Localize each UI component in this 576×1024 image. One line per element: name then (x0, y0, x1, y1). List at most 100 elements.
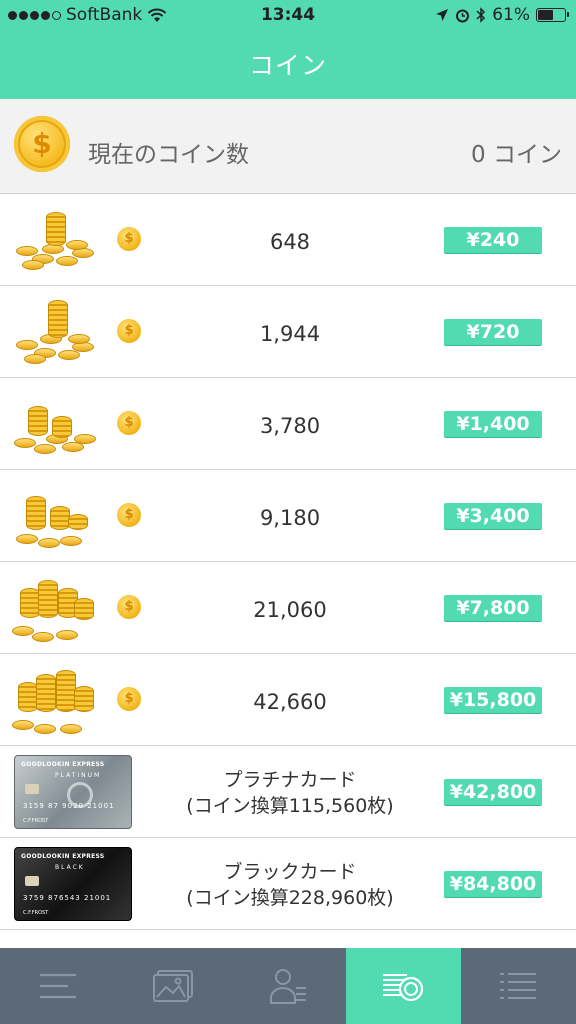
price-button[interactable]: ¥7,800 (444, 595, 542, 621)
status-right: 61% (435, 5, 569, 25)
coin-icon: $ (117, 227, 141, 251)
coin-pile-image (12, 480, 92, 550)
coin-stack-shape (50, 506, 70, 530)
coin-shape (34, 724, 56, 734)
coin-amount: 42,660 (253, 690, 327, 714)
coin-stack-shape (18, 682, 38, 712)
coin-pile-image (12, 296, 94, 366)
page-title: コイン (248, 51, 327, 80)
card-description: プラチナカード (コイン換算115,560枚) (150, 767, 430, 819)
card-holder: C.F.FROST (23, 910, 49, 916)
coin-pile-image (12, 572, 94, 642)
coin-stack-shape (74, 598, 94, 620)
coin-shape (24, 354, 46, 364)
status-bar: SoftBank 13:44 61% (0, 0, 576, 32)
coin-shape (68, 334, 90, 344)
coin-package-row[interactable]: $ 42,660 ¥15,800 (0, 654, 576, 746)
coin-stack-shape (36, 674, 56, 712)
coin-stack-shape (56, 670, 76, 712)
coin-shape (16, 534, 38, 544)
profile-icon (270, 969, 306, 1004)
coin-stack-shape (38, 580, 58, 618)
coin-package-row[interactable]: $ 648 ¥240 (0, 194, 576, 286)
tab-photos[interactable] (115, 948, 230, 1024)
coin-icon: $ (14, 116, 70, 172)
coin-amount: 3,780 (259, 414, 321, 438)
coin-shape (34, 444, 56, 454)
coin-shape (32, 632, 54, 642)
card-title: ブラックカード (223, 861, 357, 883)
card-brand: GOODLOOKIN EXPRESS (21, 761, 105, 768)
coin-stack-shape (26, 496, 46, 530)
nav-header: SoftBank 13:44 61% コイン (0, 0, 576, 99)
card-chip-icon (25, 784, 39, 794)
coin-amount: 648 (269, 230, 311, 254)
price-button[interactable]: ¥42,800 (444, 779, 542, 805)
price-button[interactable]: ¥720 (444, 319, 542, 345)
coin-stack-shape (20, 588, 40, 618)
coin-balance-value: 0 コイン (471, 142, 562, 168)
price-button[interactable]: ¥15,800 (444, 687, 542, 713)
battery-percent: 61% (492, 5, 530, 25)
coin-package-list: $ 648 ¥240 $ 1,944 ¥720 $ 3,780 ¥1,400 $… (0, 194, 576, 930)
coin-shape (56, 630, 78, 640)
photos-icon (152, 970, 193, 1002)
coin-icon: $ (117, 503, 141, 527)
coin-amount: 9,180 (259, 506, 321, 530)
tab-coins[interactable] (345, 948, 461, 1024)
coin-stack-shape (28, 406, 48, 436)
black-card-image: GOODLOOKIN EXPRESS BLACK 3759 876543 210… (14, 847, 132, 921)
card-package-row[interactable]: GOODLOOKIN EXPRESS BLACK 3759 876543 210… (0, 838, 576, 930)
card-brand: GOODLOOKIN EXPRESS (21, 853, 105, 860)
coin-icon: $ (117, 411, 141, 435)
coin-icon: $ (117, 595, 141, 619)
coin-package-row[interactable]: $ 9,180 ¥3,400 (0, 470, 576, 562)
price-button[interactable]: ¥84,800 (444, 871, 542, 897)
coin-pile-image (12, 204, 94, 274)
tab-profile[interactable] (230, 948, 345, 1024)
platinum-card-image: GOODLOOKIN EXPRESS PLATINUM 3159 87 9020… (14, 755, 132, 829)
card-number: 3759 876543 21001 (23, 894, 112, 902)
location-arrow-icon (436, 9, 449, 21)
coin-shape (66, 240, 88, 250)
tab-menu[interactable] (0, 948, 115, 1024)
coin-package-row[interactable]: $ 21,060 ¥7,800 (0, 562, 576, 654)
coin-shape (56, 256, 78, 266)
coin-shape (58, 350, 80, 360)
coin-balance-panel: $ 現在のコイン数 0 コイン (0, 99, 576, 194)
coin-amount: 1,944 (259, 322, 321, 346)
coin-shape (14, 438, 36, 448)
price-button[interactable]: ¥240 (444, 227, 542, 253)
coin-package-row[interactable]: $ 1,944 ¥720 (0, 286, 576, 378)
coin-package-row[interactable]: $ 3,780 ¥1,400 (0, 378, 576, 470)
coin-balance-label: 現在のコイン数 (88, 142, 249, 168)
card-chip-icon (25, 876, 39, 886)
alarm-icon (456, 9, 470, 22)
price-button[interactable]: ¥3,400 (444, 503, 542, 529)
coin-shape (38, 538, 60, 548)
coin-pile-image (12, 388, 96, 458)
coin-shape (12, 626, 34, 636)
card-package-row[interactable]: GOODLOOKIN EXPRESS PLATINUM 3159 87 9020… (0, 746, 576, 838)
card-number: 3159 87 9020 21001 (23, 802, 115, 810)
card-tier: PLATINUM (55, 772, 102, 779)
coin-icon: $ (117, 319, 141, 343)
price-button[interactable]: ¥1,400 (444, 411, 542, 437)
tab-list[interactable] (461, 948, 576, 1024)
menu-icon (39, 973, 76, 999)
card-subtitle: (コイン換算228,960枚) (186, 887, 394, 909)
card-title: プラチナカード (223, 769, 357, 791)
list-icon (500, 973, 537, 999)
coin-shape (16, 340, 38, 350)
battery-icon (536, 8, 569, 22)
coin-stack-shape (52, 416, 72, 438)
coin-amount: 21,060 (253, 598, 327, 622)
card-holder: C.F.FROST (23, 818, 49, 824)
card-description: ブラックカード (コイン換算228,960枚) (150, 859, 430, 911)
coin-pile-image (12, 664, 94, 734)
coin-stack-shape (74, 686, 94, 712)
coin-shape (60, 724, 82, 734)
coin-stack-shape (68, 514, 88, 530)
card-tier: BLACK (55, 864, 85, 871)
bluetooth-icon (476, 7, 486, 23)
